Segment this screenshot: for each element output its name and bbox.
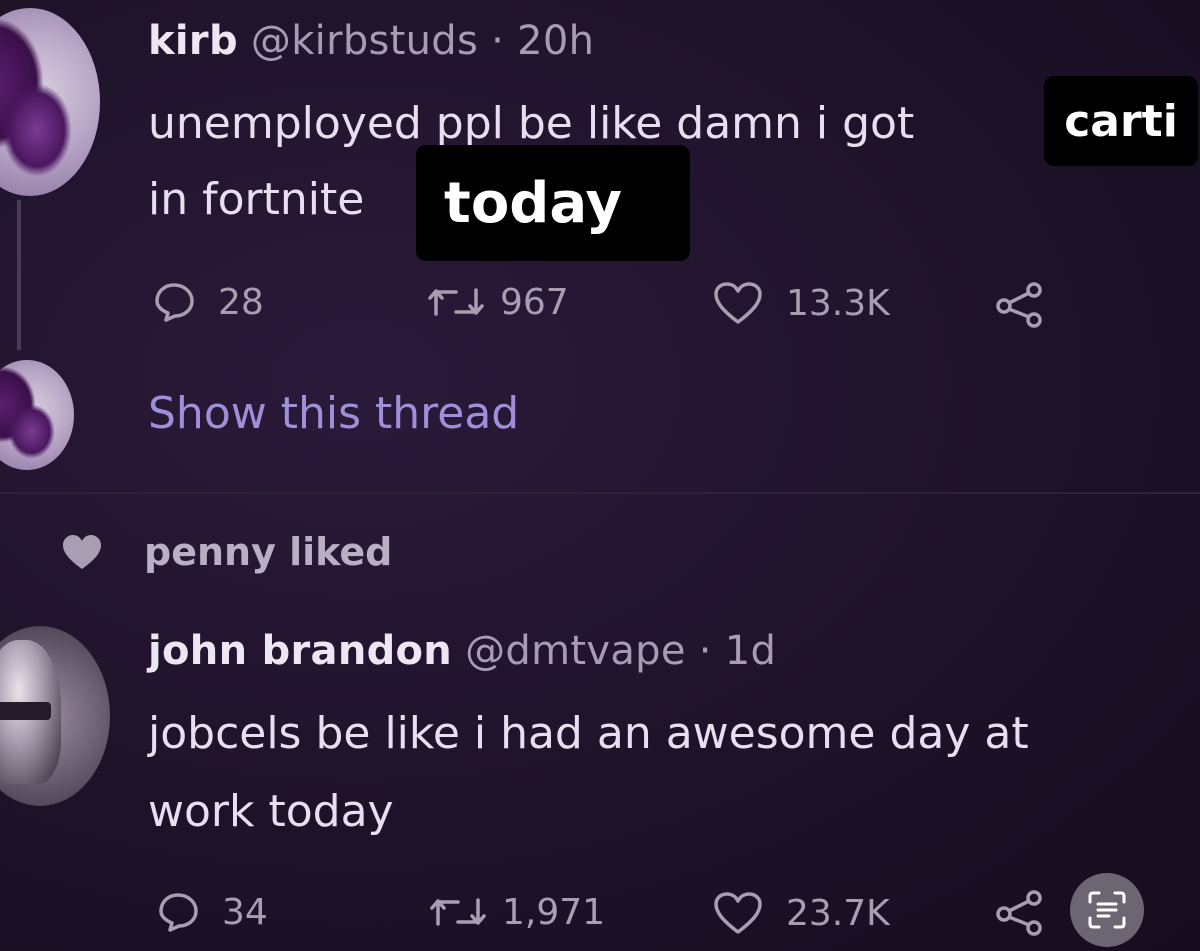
tweet1-author-name[interactable]: kirb [148,18,238,64]
tweet1-retweet-button[interactable]: 967 [426,280,569,324]
tweet2-like-button[interactable]: 23.7K [712,890,890,936]
tweet1-retweet-count: 967 [500,281,569,323]
tweet1-header: kirb @kirbstuds · 20h [148,18,594,64]
like-icon [714,282,762,324]
tweet1-like-button[interactable]: 13.3K [712,280,890,326]
avatar-john-brandon[interactable] [0,626,110,806]
tweet2-header: john brandon @dmtvape · 1d [148,628,776,674]
tweet2-author-name[interactable]: john brandon [148,628,452,674]
avatar-kirb[interactable] [0,8,100,196]
like-icon [714,892,762,934]
text-scan-icon [1088,891,1126,929]
tweet2-text-line2: work today [148,786,394,837]
divider [0,492,1200,494]
tweet2-share-button[interactable] [994,888,1046,936]
social-context-liked: penny liked [60,530,392,574]
sticker-carti: carti [1044,76,1198,166]
tweet2-retweet-button[interactable]: 1,971 [428,890,605,934]
tweet1-text-line2: in fortnite [148,174,365,225]
reply-icon [159,893,198,932]
avatar-kirb-small[interactable] [0,360,74,470]
tweet1-reply-button[interactable]: 28 [152,280,264,324]
thread-line [17,200,21,350]
tweet1-handle[interactable]: @kirbstuds [251,18,478,64]
tweet2-retweet-count: 1,971 [502,891,606,933]
tweet2-separator: · [698,628,712,674]
tweet1-separator: · [491,18,505,64]
tweet2-handle[interactable]: @dmtvape [465,628,686,674]
heart-liked-icon [63,535,101,569]
sticker-today: today [416,145,690,261]
share-icon [996,890,1042,936]
retweet-icon [428,288,484,316]
show-thread-link[interactable]: Show this thread [148,388,519,439]
tweet1-like-count: 13.3K [786,282,890,324]
retweet-icon [430,898,486,926]
tweet1-reply-count: 28 [218,281,264,323]
tweet1-share-button[interactable] [994,280,1046,328]
tweet2-like-count: 23.7K [786,892,890,934]
share-icon [996,282,1042,328]
tweet1-timestamp[interactable]: 20h [517,18,594,64]
liked-by-text[interactable]: penny liked [144,530,392,574]
tweet2-text-line1: jobcels be like i had an awesome day at [148,708,1029,759]
tweet2-reply-button[interactable]: 34 [156,890,268,934]
text-scan-button[interactable] [1070,873,1144,947]
tweet2-reply-count: 34 [222,891,268,933]
reply-icon [155,283,194,322]
tweet2-timestamp[interactable]: 1d [725,628,776,674]
